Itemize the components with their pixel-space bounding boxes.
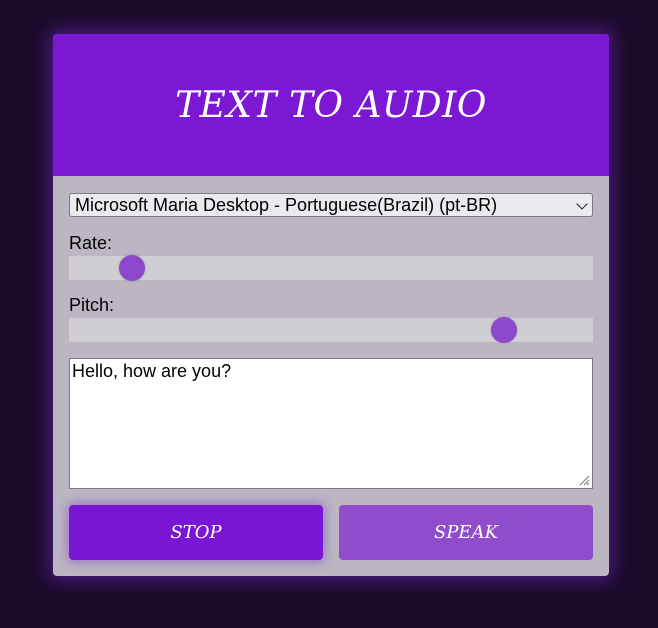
rate-slider[interactable] <box>69 255 593 281</box>
stop-button[interactable]: STOP <box>69 505 323 560</box>
speak-button[interactable]: SPEAK <box>339 505 593 560</box>
page-title: TEXT TO AUDIO <box>175 84 487 126</box>
header: TEXT TO AUDIO <box>53 34 609 176</box>
chevron-down-icon <box>576 198 588 210</box>
pitch-slider[interactable] <box>69 317 593 343</box>
pitch-slider-thumb[interactable] <box>490 317 517 343</box>
tts-card: TEXT TO AUDIO Microsoft Maria Desktop - … <box>53 34 609 576</box>
pitch-label: Pitch: <box>69 295 115 315</box>
rate-slider-thumb[interactable] <box>118 255 145 281</box>
text-input-value: Hello, how are you? <box>72 361 232 381</box>
voice-select-value: Microsoft Maria Desktop - Portuguese(Bra… <box>75 195 498 215</box>
voice-select[interactable]: Microsoft Maria Desktop - Portuguese(Bra… <box>69 193 593 217</box>
text-input[interactable]: Hello, how are you? <box>69 358 593 489</box>
resize-grip-icon[interactable] <box>578 474 590 486</box>
rate-label: Rate: <box>69 233 113 253</box>
